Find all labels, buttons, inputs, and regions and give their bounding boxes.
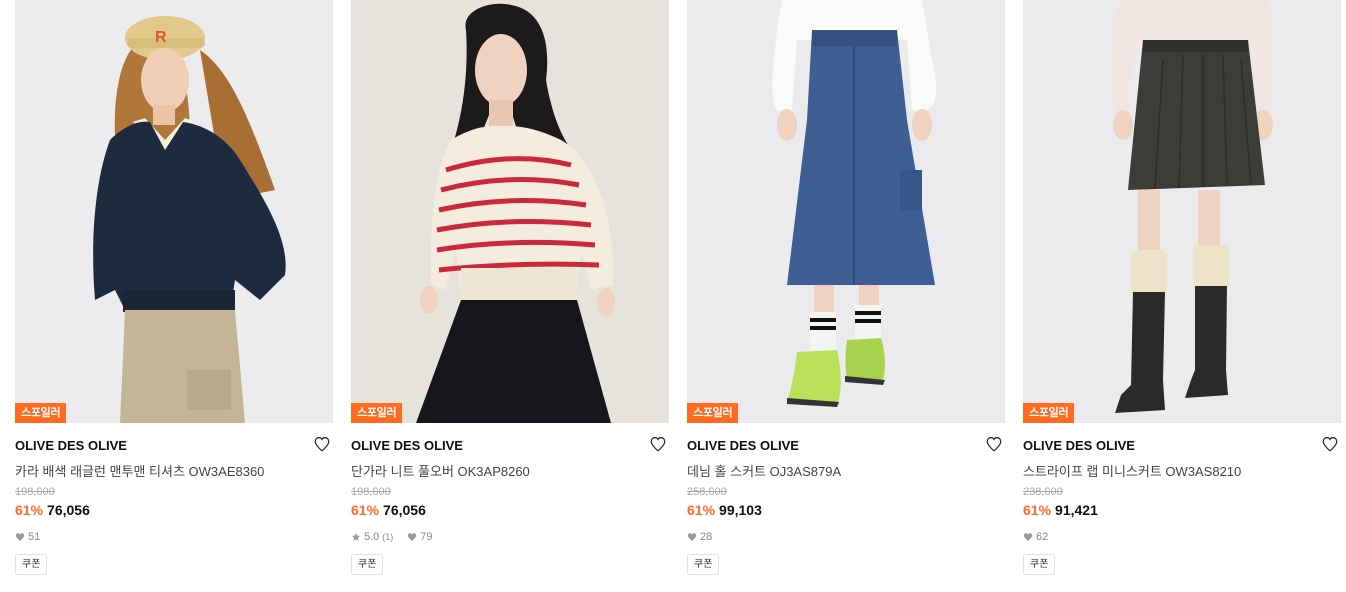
original-price: 198,000 xyxy=(15,486,55,498)
spoiler-badge: 스포일러 xyxy=(351,403,403,423)
product-photo-striped-knit xyxy=(351,0,669,423)
product-meta: 51 xyxy=(15,531,40,543)
sale-price: 91,421 xyxy=(1055,502,1098,518)
product-image[interactable]: R 스포일러 xyxy=(15,0,333,423)
rating-count: (1) xyxy=(382,532,394,542)
like-count: 28 xyxy=(700,531,713,543)
product-image[interactable]: 스포일러 xyxy=(351,0,669,423)
original-price: 258,000 xyxy=(687,486,727,498)
product-card[interactable]: 스포일러 OLIVE DES OLIVE 스트라이프 랩 미니스커트 OW3AS… xyxy=(1023,0,1341,592)
discount-rate: 61% xyxy=(15,502,44,518)
product-grid: R 스포일러 OLIVE DES OLIVE 카라 배색 래글런 맨투맨 티셔츠… xyxy=(0,0,1346,592)
price-line: 61% 76,056 xyxy=(15,502,90,518)
like-heart-icon xyxy=(1023,533,1033,541)
coupon-tag: 쿠폰 xyxy=(15,554,48,575)
price-line: 61% 76,056 xyxy=(351,502,426,518)
product-photo-woman-cap: R xyxy=(15,0,333,423)
product-name[interactable]: 스트라이프 랩 미니스커트 OW3AS8210 xyxy=(1023,461,1241,480)
product-name[interactable]: 데님 홀 스커트 OJ3AS879A xyxy=(687,461,841,480)
coupon-tag: 쿠폰 xyxy=(351,554,384,575)
sale-price: 99,103 xyxy=(719,502,762,518)
sale-price: 76,056 xyxy=(383,502,426,518)
product-card[interactable]: 스포일러 OLIVE DES OLIVE 데님 홀 스커트 OJ3AS879A … xyxy=(687,0,1005,592)
sale-price: 76,056 xyxy=(47,502,90,518)
like-count: 79 xyxy=(420,531,433,543)
brand-name[interactable]: OLIVE DES OLIVE xyxy=(1023,438,1135,453)
product-image[interactable]: 스포일러 xyxy=(687,0,1005,423)
rating-value: 5.0 xyxy=(364,531,380,543)
product-meta: 62 xyxy=(1023,531,1048,543)
product-name[interactable]: 카라 배색 래글런 맨투맨 티셔츠 OW3AE8360 xyxy=(15,461,264,480)
like-count: 62 xyxy=(1036,531,1049,543)
product-photo-striped-mini-skirt xyxy=(1023,0,1341,423)
product-name[interactable]: 단가라 니트 풀오버 OK3AP8260 xyxy=(351,461,530,480)
product-meta: 28 xyxy=(687,531,712,543)
discount-rate: 61% xyxy=(687,502,716,518)
wishlist-heart-icon[interactable] xyxy=(985,435,1003,453)
price-line: 61% 91,421 xyxy=(1023,502,1098,518)
discount-rate: 61% xyxy=(1023,502,1052,518)
price-line: 61% 99,103 xyxy=(687,502,762,518)
like-heart-icon xyxy=(408,533,417,541)
brand-name[interactable]: OLIVE DES OLIVE xyxy=(15,438,127,453)
spoiler-badge: 스포일러 xyxy=(15,403,67,423)
spoiler-badge: 스포일러 xyxy=(1023,403,1075,423)
wishlist-heart-icon[interactable] xyxy=(649,435,667,453)
product-image[interactable]: 스포일러 xyxy=(1023,0,1341,423)
like-heart-icon xyxy=(687,533,697,541)
coupon-tag: 쿠폰 xyxy=(1023,554,1056,575)
like-heart-icon xyxy=(15,533,25,541)
discount-rate: 61% xyxy=(351,502,380,518)
product-card[interactable]: R 스포일러 OLIVE DES OLIVE 카라 배색 래글런 맨투맨 티셔츠… xyxy=(15,0,333,592)
wishlist-heart-icon[interactable] xyxy=(313,435,331,453)
product-card[interactable]: 스포일러 OLIVE DES OLIVE 단가라 니트 풀오버 OK3AP826… xyxy=(351,0,669,592)
brand-name[interactable]: OLIVE DES OLIVE xyxy=(351,438,463,453)
like-count: 51 xyxy=(28,531,41,543)
star-icon xyxy=(351,532,361,541)
brand-name[interactable]: OLIVE DES OLIVE xyxy=(687,438,799,453)
product-meta: 5.0 (1) 79 xyxy=(351,531,433,543)
product-photo-denim-skirt xyxy=(687,0,1005,423)
coupon-tag: 쿠폰 xyxy=(687,554,720,575)
spoiler-badge: 스포일러 xyxy=(687,403,739,423)
wishlist-heart-icon[interactable] xyxy=(1321,435,1339,453)
original-price: 198,000 xyxy=(351,486,391,498)
svg-text:R: R xyxy=(155,29,167,46)
original-price: 238,000 xyxy=(1023,486,1063,498)
